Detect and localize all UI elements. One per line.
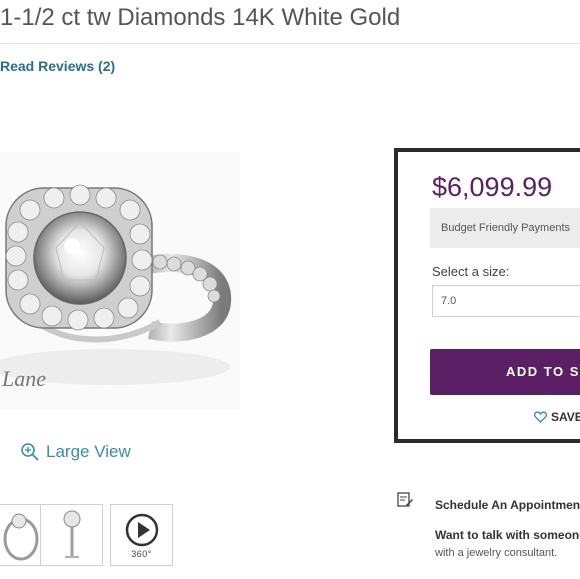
thumbnail-2[interactable] [40,504,103,566]
product-main-image[interactable]: Lane [0,152,240,410]
large-view-button[interactable]: Large View [20,442,131,462]
ring-thumbnail-front [63,510,81,558]
budget-payments-button[interactable]: Budget Friendly Payments [430,208,580,248]
read-reviews-link[interactable]: Read Reviews (2) [0,58,115,74]
thumbnail-360-label: 360° [131,549,152,559]
save-label: SAVE [551,410,580,424]
ring-illustration: Lane [0,152,240,410]
heart-icon [534,411,547,423]
consultant-subtext: with a jewelry consultant. [435,547,558,559]
large-view-label: Large View [46,442,131,461]
calendar-edit-icon [396,491,414,514]
title-divider [0,43,580,44]
schedule-appointment-link[interactable]: Schedule An Appointment [435,498,580,512]
consultant-prompt: Want to talk with someone [435,528,580,542]
product-price: $6,099.99 [432,172,553,202]
zoom-in-icon [21,443,39,461]
thumbnail-360[interactable]: 360° [110,504,173,566]
size-select[interactable]: 7.0 [432,285,580,317]
product-title: 1-1/2 ct tw Diamonds 14K White Gold [0,4,401,31]
add-to-bag-button[interactable]: ADD TO S [430,349,580,395]
brand-watermark: Lane [1,366,46,391]
save-button[interactable]: SAVE [534,410,580,424]
purchase-panel: $6,099.99 Budget Friendly Payments Selec… [394,148,580,443]
size-label: Select a size: [432,264,510,279]
